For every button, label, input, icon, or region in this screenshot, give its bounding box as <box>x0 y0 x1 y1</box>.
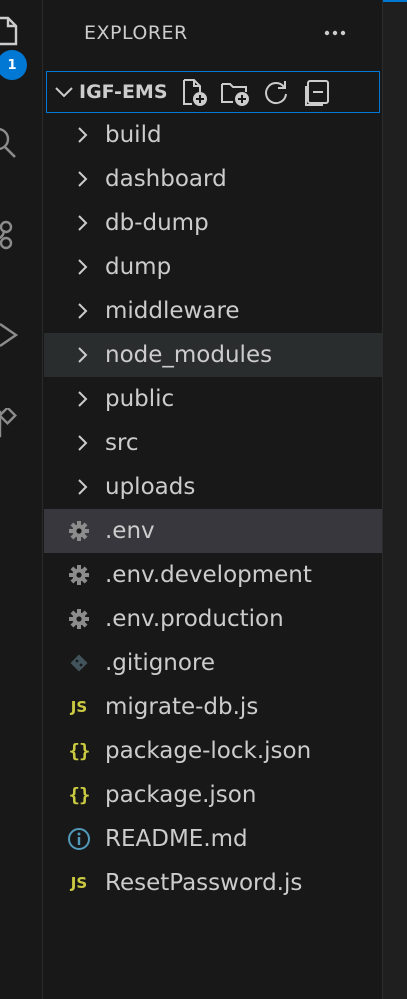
gear-icon <box>66 608 92 630</box>
new-folder-icon <box>220 83 249 106</box>
folder-item[interactable]: dashboard <box>44 157 382 201</box>
gear-icon <box>66 520 92 542</box>
editor-area-edge <box>382 0 407 999</box>
item-label: build <box>105 122 162 148</box>
collapse-all-icon <box>304 80 329 106</box>
item-label: package.json <box>105 782 257 808</box>
info-icon <box>66 828 92 850</box>
item-label: uploads <box>105 474 196 500</box>
new-file-button[interactable] <box>178 76 210 108</box>
item-label: dashboard <box>105 166 227 192</box>
folder-item[interactable]: src <box>44 421 382 465</box>
folder-item[interactable]: uploads <box>44 465 382 509</box>
gear-icon <box>66 564 92 586</box>
workspace-folder-name: IGF-EMS <box>79 81 168 103</box>
file-item[interactable]: .env <box>44 509 382 553</box>
item-label: src <box>105 430 139 456</box>
item-label: package-lock.json <box>105 738 312 764</box>
item-label: .env.production <box>105 606 284 632</box>
folder-item[interactable]: node_modules <box>44 333 382 377</box>
js-icon: JS <box>70 874 88 892</box>
item-label: .gitignore <box>105 650 216 676</box>
folder-item[interactable]: middleware <box>44 289 382 333</box>
explorer-icon[interactable] <box>0 14 20 48</box>
search-icon[interactable] <box>0 126 20 160</box>
explorer-title: EXPLORER <box>84 22 188 44</box>
git-icon <box>66 652 92 674</box>
source-control-icon[interactable] <box>0 218 20 252</box>
explorer-header: EXPLORER <box>44 0 382 70</box>
file-item[interactable]: {} package-lock.json <box>44 729 382 773</box>
chevron-right-icon <box>78 479 88 495</box>
folder-item[interactable]: build <box>44 113 382 157</box>
file-item[interactable]: .gitignore <box>44 641 382 685</box>
chevron-right-icon <box>78 127 88 143</box>
item-label: dump <box>105 254 172 280</box>
notification-badge: 1 <box>0 50 27 80</box>
file-tree: build dashboard db-dump dump middleware node_… <box>44 113 382 905</box>
file-item[interactable]: README.md <box>44 817 382 861</box>
refresh-icon <box>264 81 287 105</box>
json-icon: {} <box>68 740 91 762</box>
new-file-icon <box>182 79 207 106</box>
chevron-right-icon <box>78 303 88 319</box>
folder-actions <box>178 76 333 108</box>
item-label: README.md <box>105 826 248 852</box>
file-item[interactable]: .env.production <box>44 597 382 641</box>
folder-item[interactable]: public <box>44 377 382 421</box>
item-label: node_modules <box>105 342 273 368</box>
explorer-panel: EXPLORER IGF-EMS build dashboard db-dump… <box>44 0 382 999</box>
collapse-all-button[interactable] <box>301 76 333 108</box>
item-label: public <box>105 386 175 412</box>
activity-bar: 1 <box>0 0 43 999</box>
ellipsis-icon <box>324 30 346 36</box>
folder-item[interactable]: db-dump <box>44 201 382 245</box>
run-debug-icon[interactable] <box>0 318 20 352</box>
vscode-window: 1 EXPLORER IGF-EMS build dashboard db-du… <box>0 0 407 999</box>
item-label: middleware <box>105 298 240 324</box>
active-tab-indicator <box>383 0 407 2</box>
chevron-right-icon <box>78 435 88 451</box>
json-icon: {} <box>68 784 91 806</box>
file-item[interactable]: {} package.json <box>44 773 382 817</box>
chevron-right-icon <box>78 347 88 363</box>
item-label: .env <box>105 518 155 544</box>
item-label: .env.development <box>105 562 312 588</box>
item-label: db-dump <box>105 210 209 236</box>
chevron-right-icon <box>78 215 88 231</box>
file-item[interactable]: JS migrate-db.js <box>44 685 382 729</box>
js-icon: JS <box>70 698 88 716</box>
new-folder-button[interactable] <box>219 76 251 108</box>
file-item[interactable]: .env.development <box>44 553 382 597</box>
extensions-icon[interactable] <box>0 408 20 442</box>
workspace-folder-header[interactable]: IGF-EMS <box>46 71 380 113</box>
more-actions-button[interactable] <box>322 20 348 46</box>
item-label: ResetPassword.js <box>105 870 303 896</box>
chevron-right-icon <box>78 171 88 187</box>
chevron-down-icon <box>55 87 73 98</box>
chevron-right-icon <box>78 259 88 275</box>
chevron-right-icon <box>78 391 88 407</box>
item-label: migrate-db.js <box>105 694 259 720</box>
file-item[interactable]: JS ResetPassword.js <box>44 861 382 905</box>
refresh-button[interactable] <box>260 76 292 108</box>
folder-item[interactable]: dump <box>44 245 382 289</box>
